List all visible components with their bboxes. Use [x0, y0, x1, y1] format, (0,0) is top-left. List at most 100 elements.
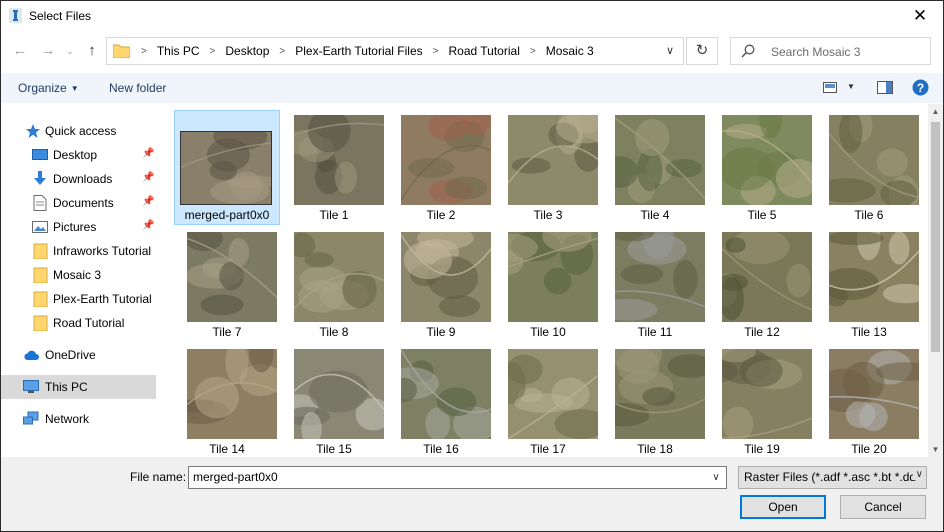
- sidebar-item-desktop[interactable]: Desktop 📌: [1, 143, 156, 167]
- file-item[interactable]: Tile 3: [495, 110, 601, 225]
- pin-icon[interactable]: 📌: [142, 148, 154, 159]
- address-bar[interactable]: > This PC > Desktop > Plex-Earth Tutoria…: [106, 37, 684, 65]
- file-item[interactable]: Tile 9: [388, 227, 494, 342]
- file-item[interactable]: Tile 11: [602, 227, 708, 342]
- file-item[interactable]: Tile 5: [709, 110, 815, 225]
- download-icon: [34, 171, 46, 185]
- back-button[interactable]: ←: [9, 41, 31, 61]
- sidebar-item-infraworks-tutorial[interactable]: Infraworks Tutorial: [1, 239, 156, 263]
- image-thumbnail: [615, 232, 705, 322]
- scroll-up-button[interactable]: ▲: [928, 104, 943, 119]
- preview-pane-icon[interactable]: [877, 81, 893, 94]
- sidebar-item-label: Pictures: [53, 220, 97, 234]
- image-thumbnail: [722, 349, 812, 439]
- arrow-left-icon: ←: [12, 42, 28, 59]
- forward-button[interactable]: →: [37, 41, 59, 61]
- cancel-button[interactable]: Cancel: [840, 495, 926, 519]
- command-bar: Organize ▼ New folder ▼ ?: [1, 73, 943, 103]
- refresh-icon: ↻: [695, 42, 709, 59]
- sidebar-item-network[interactable]: Network: [1, 407, 156, 431]
- vertical-scrollbar[interactable]: ▲ ▼: [928, 104, 943, 457]
- image-thumbnail: [615, 349, 705, 439]
- file-type-select[interactable]: Raster Files (*.adf *.asc *.bt *.dd ∨: [738, 466, 927, 489]
- image-thumbnail: [294, 115, 384, 205]
- file-item[interactable]: Tile 16: [388, 344, 494, 457]
- chevron-right-icon[interactable]: >: [210, 46, 216, 57]
- file-item[interactable]: merged-part0x0: [174, 110, 280, 225]
- network-icon: [23, 411, 39, 425]
- close-button[interactable]: ✕: [897, 1, 943, 31]
- pin-icon[interactable]: 📌: [142, 196, 154, 207]
- sidebar-item-road-tutorial[interactable]: Road Tutorial: [1, 311, 156, 335]
- address-history-dropdown[interactable]: ∨: [661, 38, 679, 64]
- breadcrumb-this-pc[interactable]: This PC: [155, 44, 202, 58]
- file-item[interactable]: Tile 7: [174, 227, 280, 342]
- file-item[interactable]: Tile 2: [388, 110, 494, 225]
- pin-icon[interactable]: 📌: [142, 220, 154, 231]
- file-item[interactable]: Tile 15: [281, 344, 387, 457]
- file-item[interactable]: Tile 19: [709, 344, 815, 457]
- breadcrumb-desktop[interactable]: Desktop: [223, 44, 271, 58]
- file-name-label: Tile 16: [423, 442, 459, 456]
- file-item[interactable]: Tile 20: [816, 344, 922, 457]
- file-name-field[interactable]: merged-part0x0 ∨: [188, 466, 727, 489]
- arrow-right-icon: →: [40, 42, 56, 59]
- view-options-caret-icon[interactable]: ▼: [847, 82, 855, 91]
- file-item[interactable]: Tile 18: [602, 344, 708, 457]
- sidebar-item-mosaic-3[interactable]: Mosaic 3: [1, 263, 156, 287]
- up-button[interactable]: ↑: [81, 41, 103, 61]
- pin-icon[interactable]: 📌: [142, 172, 154, 183]
- sidebar-item-quick-access[interactable]: Quick access: [1, 119, 156, 143]
- new-folder-button[interactable]: New folder: [109, 81, 166, 95]
- sidebar-item-plex-earth-tutorial[interactable]: Plex-Earth Tutorial F: [1, 287, 156, 311]
- file-item[interactable]: Tile 1: [281, 110, 387, 225]
- file-item[interactable]: Tile 10: [495, 227, 601, 342]
- change-view-icon[interactable]: [823, 82, 837, 93]
- sidebar-item-label: Downloads: [53, 172, 113, 186]
- window-title: Select Files: [29, 9, 92, 23]
- app-icon: [9, 8, 22, 23]
- sidebar-item-documents[interactable]: Documents 📌: [1, 191, 156, 215]
- breadcrumb: > This PC > Desktop > Plex-Earth Tutoria…: [135, 38, 596, 64]
- file-item[interactable]: Tile 4: [602, 110, 708, 225]
- sidebar-item-downloads[interactable]: Downloads 📌: [1, 167, 156, 191]
- scroll-thumb[interactable]: [931, 122, 940, 352]
- folder-icon: [33, 291, 48, 307]
- file-name-label: Tile 3: [533, 208, 563, 222]
- file-type-value: Raster Files (*.adf *.asc *.bt *.dd: [744, 470, 917, 484]
- sidebar-item-this-pc[interactable]: This PC: [1, 375, 156, 399]
- search-box[interactable]: Search Mosaic 3: [730, 37, 931, 65]
- image-thumbnail: [615, 115, 705, 205]
- breadcrumb-plex-earth-tutorial-files[interactable]: Plex-Earth Tutorial Files: [293, 44, 424, 58]
- breadcrumb-road-tutorial[interactable]: Road Tutorial: [446, 44, 521, 58]
- sidebar-item-pictures[interactable]: Pictures 📌: [1, 215, 156, 239]
- file-item[interactable]: Tile 12: [709, 227, 815, 342]
- file-item[interactable]: Tile 13: [816, 227, 922, 342]
- breadcrumb-mosaic-3[interactable]: Mosaic 3: [544, 44, 596, 58]
- svg-text:?: ?: [917, 81, 924, 95]
- file-item[interactable]: Tile 14: [174, 344, 280, 457]
- recent-locations-button[interactable]: ⌄: [63, 41, 77, 61]
- chevron-right-icon[interactable]: >: [279, 46, 285, 57]
- chevron-down-icon[interactable]: ∨: [708, 469, 724, 486]
- file-name-label: Tile 5: [747, 208, 777, 222]
- file-name-label: merged-part0x0: [184, 208, 270, 222]
- star-icon: [26, 124, 40, 138]
- open-button[interactable]: Open: [740, 495, 826, 519]
- sidebar-item-onedrive[interactable]: OneDrive: [1, 343, 156, 367]
- file-item[interactable]: Tile 17: [495, 344, 601, 457]
- sidebar-item-label: Plex-Earth Tutorial F: [53, 292, 156, 306]
- chevron-right-icon[interactable]: >: [433, 46, 439, 57]
- file-name-label: Tile 6: [854, 208, 884, 222]
- image-thumbnail: [829, 115, 919, 205]
- refresh-button[interactable]: ↻: [686, 37, 718, 65]
- image-thumbnail: [508, 349, 598, 439]
- file-name-label: Tile 8: [319, 325, 349, 339]
- file-item[interactable]: Tile 6: [816, 110, 922, 225]
- file-item[interactable]: Tile 8: [281, 227, 387, 342]
- scroll-down-button[interactable]: ▼: [928, 442, 943, 457]
- chevron-right-icon[interactable]: >: [530, 46, 536, 57]
- organize-button[interactable]: Organize ▼: [18, 81, 79, 95]
- help-icon[interactable]: ?: [912, 79, 929, 96]
- search-input[interactable]: Search Mosaic 3: [771, 45, 860, 59]
